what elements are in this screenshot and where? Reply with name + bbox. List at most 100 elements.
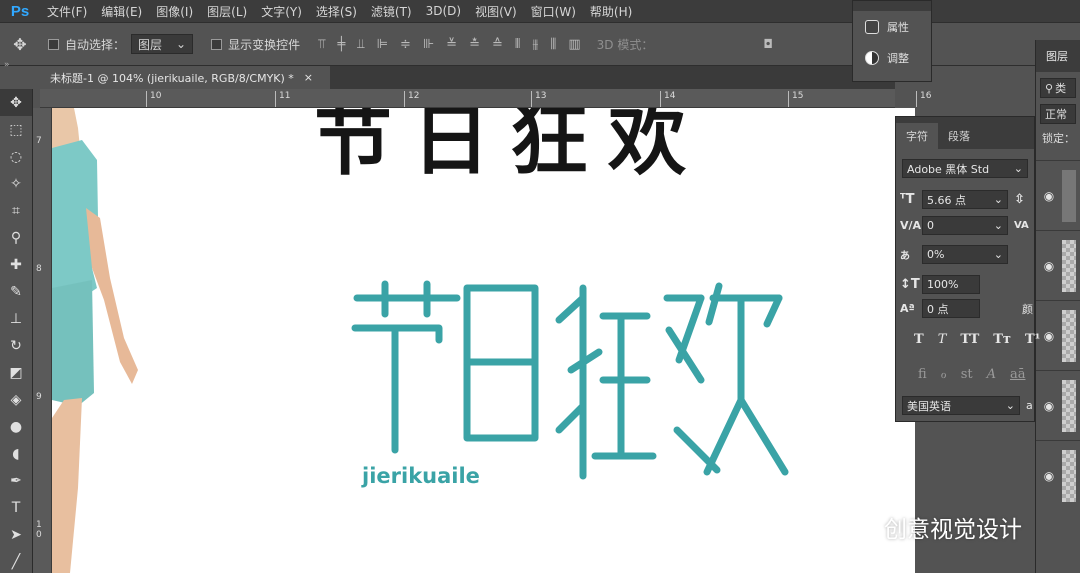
faux-italic-button[interactable]: T (938, 332, 947, 347)
font-size-field[interactable]: 5.66 点 ⌄ (922, 190, 1008, 209)
small-caps-button[interactable]: Tт (993, 332, 1011, 347)
opentype-buttons: fi ℴ st A aā (918, 367, 1026, 382)
document-tab[interactable]: 未标题-1 @ 104% (jierikuaile, RGB/8/CMYK) *… (40, 66, 330, 89)
move-tool-icon[interactable]: ✥ (0, 35, 40, 54)
vertical-scale-field[interactable]: 100% (922, 275, 980, 294)
auto-select-label: 自动选择： (65, 37, 126, 52)
close-icon[interactable]: × (304, 71, 313, 84)
lock-label: 锁定： (1042, 132, 1075, 145)
distribute-right-icon[interactable]: ⫼ (550, 37, 556, 52)
layer-row[interactable]: ◉ (1036, 300, 1080, 370)
menu-window[interactable]: 窗口(W) (524, 3, 583, 20)
align-left-icon[interactable]: ⊫ (377, 37, 388, 52)
font-size-value: 5.66 点 (927, 193, 966, 207)
line-tool-icon[interactable]: ╱ (0, 548, 32, 573)
align-vcenter-icon[interactable]: ╪ (337, 37, 345, 52)
menu-layer[interactable]: 图层(L) (200, 3, 254, 20)
distribute-vcenter-icon[interactable]: ≛ (469, 37, 480, 52)
logo-artwork (351, 280, 789, 480)
dodge-tool-icon[interactable]: ◖ (0, 440, 32, 467)
swash-button[interactable]: A (987, 367, 996, 382)
eye-icon[interactable]: ◉ (1036, 399, 1062, 413)
tab-paragraph[interactable]: 段落 (938, 123, 980, 149)
distribute-hcenter-icon[interactable]: ⫵ (532, 37, 538, 52)
eyedropper-tool-icon[interactable]: ⚲ (0, 224, 32, 251)
layer-row[interactable]: ◉ (1036, 440, 1080, 510)
tab-character[interactable]: 字符 (896, 123, 938, 149)
menu-image[interactable]: 图像(I) (149, 3, 200, 20)
ruler-tick: 8 (36, 264, 42, 274)
menu-3d[interactable]: 3D(D) (419, 4, 468, 18)
magic-wand-tool-icon[interactable]: ✧ (0, 170, 32, 197)
distribute-left-icon[interactable]: ⫴ (515, 37, 520, 52)
auto-select-dropdown[interactable]: 图层 ⌄ (131, 34, 194, 54)
kerning-field[interactable]: 0 ⌄ (922, 216, 1008, 235)
layer-filter-dropdown[interactable]: ⚲ 类 (1040, 78, 1076, 98)
faux-bold-button[interactable]: T (914, 332, 924, 347)
blur-tool-icon[interactable]: ● (0, 413, 32, 440)
language-dropdown[interactable]: 美国英语 ⌄ (902, 396, 1020, 415)
document-canvas[interactable]: 节日狂欢 jierikuaile (52, 108, 915, 573)
move-tool-icon[interactable]: ✥ (0, 89, 32, 116)
menu-type[interactable]: 文字(Y) (254, 3, 309, 20)
eraser-tool-icon[interactable]: ◩ (0, 359, 32, 386)
video-camera-icon[interactable]: ◘ (763, 37, 773, 51)
align-hcenter-icon[interactable]: ≑ (400, 37, 411, 52)
menu-file[interactable]: 文件(F) (40, 3, 94, 20)
marquee-tool-icon[interactable]: ⬚ (0, 116, 32, 143)
menu-view[interactable]: 视图(V) (468, 3, 524, 20)
layer-row[interactable]: ◉ (1036, 370, 1080, 440)
discretionary-ligatures-button[interactable]: st (961, 367, 973, 382)
ligatures-button[interactable]: fi (918, 367, 927, 382)
properties-item[interactable]: 属性 (853, 11, 931, 42)
adjustments-item[interactable]: 调整 (853, 42, 931, 73)
tracking-icon: VA (1014, 220, 1029, 231)
auto-select-checkbox[interactable] (48, 38, 59, 50)
align-right-icon[interactable]: ⊪ (423, 37, 434, 52)
auto-align-icon[interactable]: ▥ (568, 37, 580, 52)
paint-bucket-tool-icon[interactable]: ◈ (0, 386, 32, 413)
tracking-field[interactable]: 0% ⌄ (922, 245, 1008, 264)
collapse-arrows-icon[interactable]: » (0, 60, 40, 70)
document-tab-strip: 未标题-1 @ 104% (jierikuaile, RGB/8/CMYK) *… (40, 66, 895, 89)
superscript-button[interactable]: T¹ (1025, 332, 1040, 347)
menu-help[interactable]: 帮助(H) (583, 3, 639, 20)
tab-layers[interactable]: 图层 (1036, 40, 1080, 72)
menu-select[interactable]: 选择(S) (309, 3, 364, 20)
distribute-top-icon[interactable]: ≚ (446, 37, 457, 52)
menu-filter[interactable]: 滤镜(T) (364, 3, 419, 20)
layer-row[interactable]: ◉ (1036, 230, 1080, 300)
align-top-icon[interactable]: ⫪ (318, 37, 325, 52)
ruler-tick: 14 (660, 91, 675, 107)
blend-mode-value: 正常 (1045, 108, 1067, 121)
properties-icon (865, 19, 879, 34)
history-brush-tool-icon[interactable]: ↻ (0, 332, 32, 359)
crop-tool-icon[interactable]: ⌗ (0, 197, 32, 224)
path-selection-tool-icon[interactable]: ➤ (0, 521, 32, 548)
old-style-button[interactable]: ℴ (941, 367, 947, 382)
eye-icon[interactable]: ◉ (1036, 469, 1062, 483)
blend-mode-dropdown[interactable]: 正常 (1040, 104, 1076, 124)
color-label[interactable]: 颜 (1022, 301, 1033, 317)
kerning-value: 0 (927, 219, 934, 232)
type-tool-icon[interactable]: T (0, 494, 32, 521)
stamp-tool-icon[interactable]: ⊥ (0, 305, 32, 332)
healing-brush-tool-icon[interactable]: ✚ (0, 251, 32, 278)
baseline-shift-field[interactable]: 0 点 (922, 299, 980, 318)
anti-alias-label[interactable]: a (1026, 399, 1033, 412)
pen-tool-icon[interactable]: ✒ (0, 467, 32, 494)
align-bottom-icon[interactable]: ⫫ (357, 37, 364, 52)
show-transform-checkbox[interactable] (211, 38, 223, 50)
eye-icon[interactable]: ◉ (1036, 259, 1062, 273)
auto-select-value: 图层 (138, 37, 163, 52)
menu-edit[interactable]: 编辑(E) (94, 3, 149, 20)
font-family-dropdown[interactable]: Adobe 黑体 Std ⌄ (902, 159, 1028, 178)
layer-row[interactable]: ◉ (1036, 160, 1080, 230)
distribute-bottom-icon[interactable]: ≙ (492, 37, 503, 52)
canvas-black-title: 节日狂欢 (314, 108, 707, 186)
stylistic-alternates-button[interactable]: aā (1010, 367, 1026, 382)
all-caps-button[interactable]: TT (960, 332, 979, 347)
eye-icon[interactable]: ◉ (1036, 189, 1062, 203)
brush-tool-icon[interactable]: ✎ (0, 278, 32, 305)
lasso-tool-icon[interactable]: ◌ (0, 143, 32, 170)
